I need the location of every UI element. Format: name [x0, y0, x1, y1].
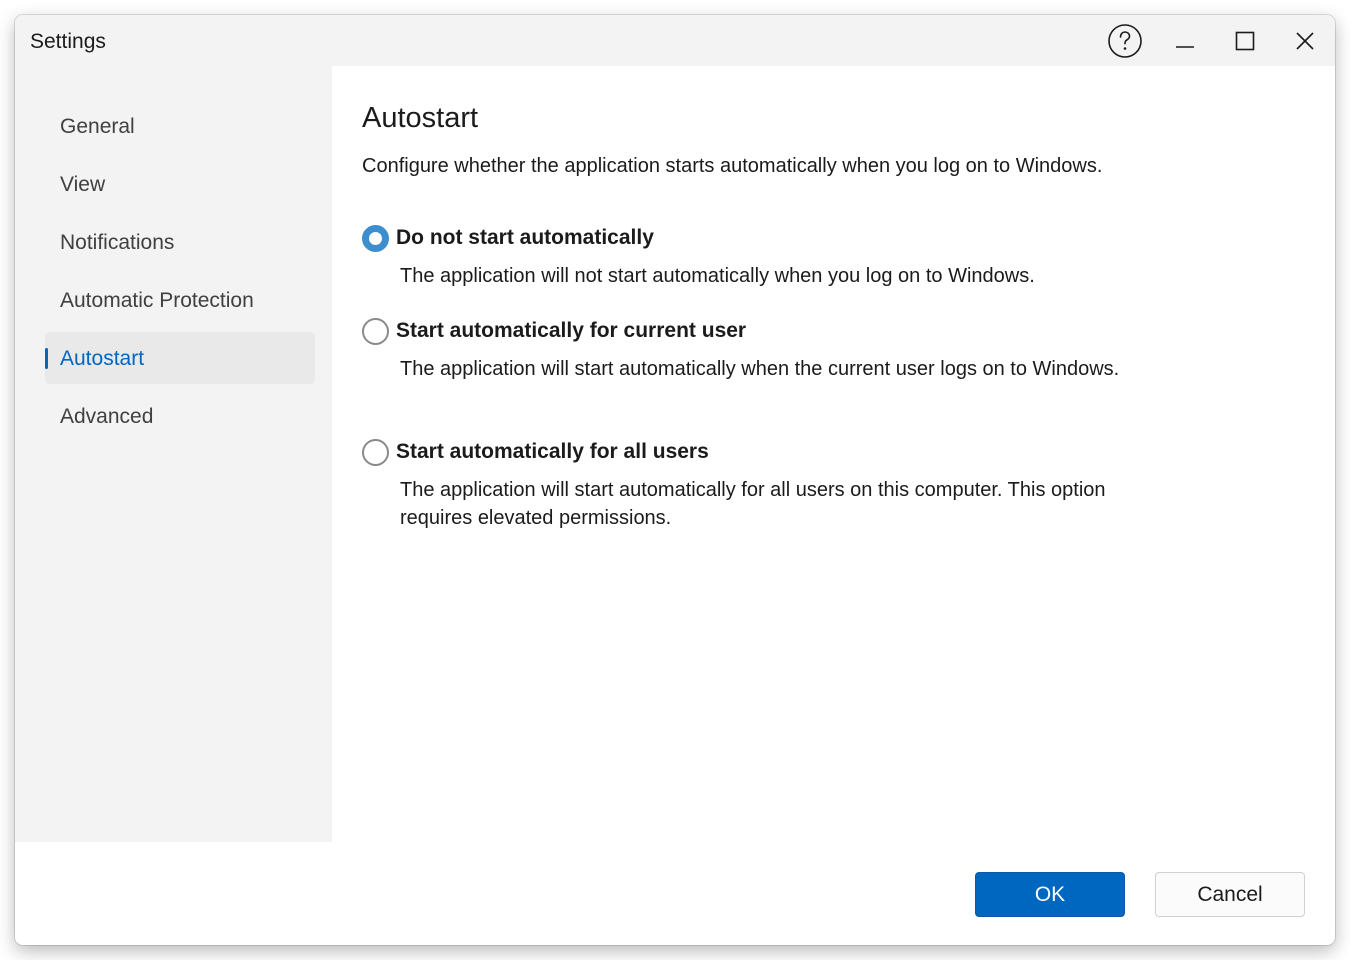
option-description: The application will not start automatic…	[400, 265, 1035, 287]
sidebar-item-label: View	[60, 173, 106, 196]
sidebar-item-view[interactable]: View	[45, 158, 315, 210]
radio-label: Start automatically for current user	[396, 319, 747, 342]
sidebar-item-advanced[interactable]: Advanced	[45, 390, 315, 442]
settings-window: Settings General View Notifications Auto…	[15, 15, 1335, 945]
page-description: Configure whether the application starts…	[362, 155, 1103, 177]
cancel-button[interactable]: Cancel	[1155, 872, 1305, 917]
option-current-user: Start automatically for current user The…	[362, 317, 1162, 380]
radio-all-users[interactable]: Start automatically for all users	[362, 438, 1162, 468]
sidebar-item-label: Automatic Protection	[60, 289, 254, 312]
radio-button-checked[interactable]	[362, 225, 389, 252]
page-title: Autostart	[362, 102, 479, 134]
option-description: The application will start automatically…	[400, 358, 1120, 380]
close-icon	[1295, 31, 1315, 51]
selection-indicator	[45, 348, 48, 369]
radio-label: Do not start automatically	[396, 226, 654, 249]
settings-sidebar: General View Notifications Automatic Pro…	[15, 66, 332, 842]
sidebar-item-label: General	[60, 115, 135, 138]
sidebar-item-general[interactable]: General	[45, 100, 315, 152]
maximize-icon	[1235, 31, 1255, 51]
help-button[interactable]	[1095, 15, 1155, 66]
close-button[interactable]	[1275, 15, 1335, 66]
option-description: The application will start automatically…	[400, 479, 1106, 529]
radio-current-user[interactable]: Start automatically for current user	[362, 317, 1162, 347]
window-title: Settings	[30, 30, 106, 53]
maximize-button[interactable]	[1215, 15, 1275, 66]
radio-label: Start automatically for all users	[396, 440, 709, 463]
option-all-users: Start automatically for all users The ap…	[362, 438, 1162, 529]
sidebar-item-autostart[interactable]: Autostart	[45, 332, 315, 384]
title-bar[interactable]: Settings	[15, 15, 1335, 66]
sidebar-item-label: Autostart	[60, 347, 145, 370]
ok-button[interactable]: OK	[975, 872, 1125, 917]
sidebar-item-notifications[interactable]: Notifications	[45, 216, 315, 268]
radio-button[interactable]	[362, 318, 389, 345]
dialog-footer: OK Cancel	[15, 842, 1335, 945]
sidebar-item-label: Notifications	[60, 231, 175, 254]
minimize-icon	[1175, 31, 1195, 51]
minimize-button[interactable]	[1155, 15, 1215, 66]
radio-button[interactable]	[362, 439, 389, 466]
sidebar-item-label: Advanced	[60, 405, 154, 428]
settings-content: Autostart Configure whether the applicat…	[332, 66, 1335, 842]
option-do-not-start: Do not start automatically The applicati…	[362, 224, 1162, 287]
help-circle-icon	[1107, 23, 1143, 59]
radio-do-not-start[interactable]: Do not start automatically	[362, 224, 1162, 254]
sidebar-item-automatic-protection[interactable]: Automatic Protection	[45, 274, 315, 326]
